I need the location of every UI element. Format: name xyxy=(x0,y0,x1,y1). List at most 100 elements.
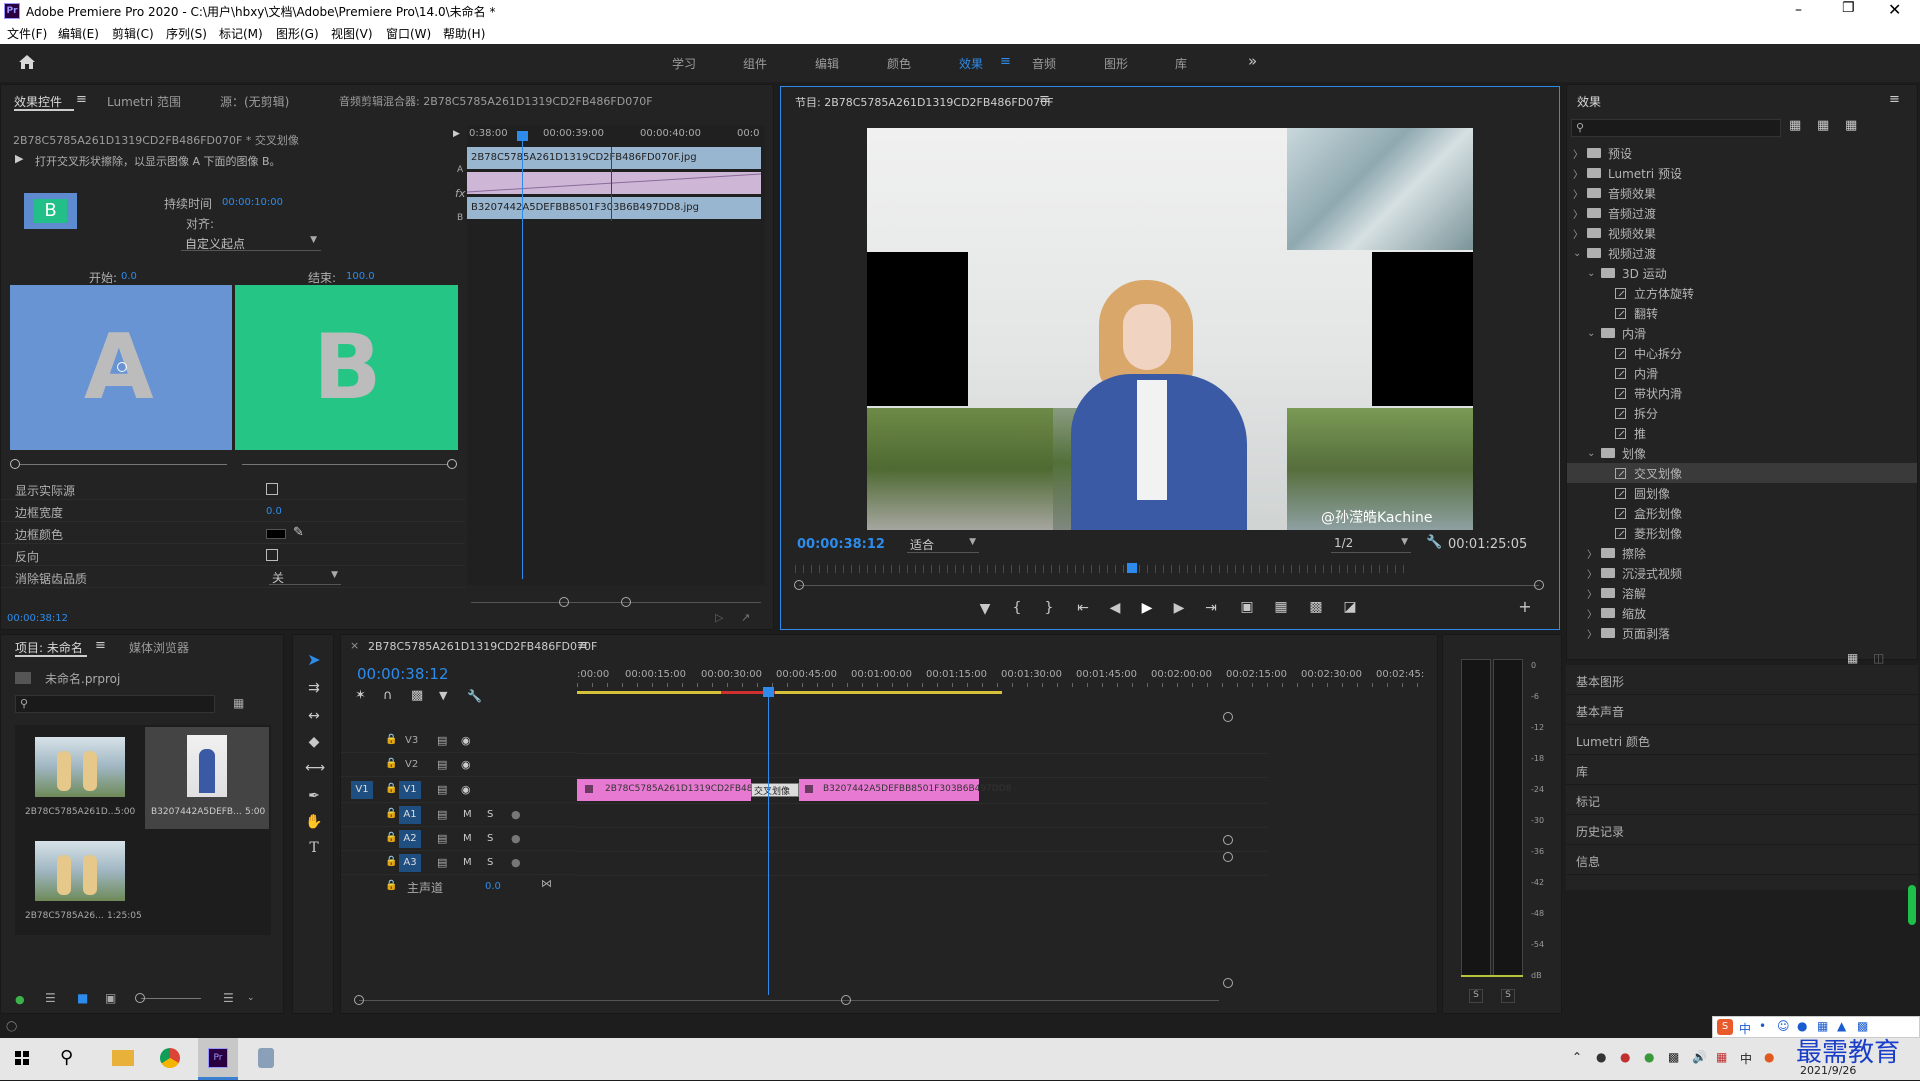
border-width-value[interactable]: 0.0 xyxy=(266,506,282,517)
search-icon[interactable]: ⚲ xyxy=(60,1047,73,1068)
resolution-dropdown[interactable]: 1/2 ▼ xyxy=(1331,535,1411,553)
meter-solo-button[interactable]: S xyxy=(1501,989,1515,1003)
tree-item[interactable]: 立方体旋转 xyxy=(1567,283,1917,303)
delete-icon[interactable]: ◫ xyxy=(1873,651,1884,665)
effects-search-input[interactable]: ⚲ xyxy=(1571,119,1781,137)
tree-item[interactable]: ⌄ 内滑 xyxy=(1567,323,1917,343)
menu-help[interactable]: 帮助(H) xyxy=(443,25,485,42)
tab-effect-controls[interactable]: 效果控件 xyxy=(14,93,62,110)
chrome-icon[interactable] xyxy=(150,1038,190,1078)
scroll-handle[interactable] xyxy=(841,995,851,1005)
mute-button[interactable]: M xyxy=(463,809,472,820)
menu-marker[interactable]: 标记(M) xyxy=(219,25,263,42)
new-bin-from-search-icon[interactable]: ▦ xyxy=(233,696,244,710)
sync-lock-icon[interactable]: ▤ xyxy=(437,734,447,747)
green-scroll-indicator[interactable] xyxy=(1908,885,1916,925)
duration-value[interactable]: 00:00:10:00 xyxy=(222,197,283,208)
comparison-view-icon[interactable]: ◪ xyxy=(1341,600,1359,614)
vertical-scroll-handle[interactable] xyxy=(1223,852,1233,862)
transition-cross-iris[interactable]: 交叉划像 xyxy=(751,783,799,797)
effects-panel-menu-icon[interactable]: ≡ xyxy=(1889,92,1900,107)
reverse-checkbox[interactable] xyxy=(266,549,278,561)
timeline-playhead[interactable] xyxy=(763,687,774,697)
track-select-tool-icon[interactable]: ⇉ xyxy=(305,681,323,695)
menu-clip[interactable]: 剪辑(C) xyxy=(112,25,154,42)
go-to-out-icon[interactable]: ⇥ xyxy=(1201,601,1221,615)
lock-icon[interactable]: 🔒 xyxy=(385,783,397,794)
track-label[interactable]: A2 xyxy=(399,830,421,848)
premiere-taskbar-icon[interactable]: Pr xyxy=(198,1038,238,1078)
project-search-input[interactable]: ⚲ xyxy=(15,695,215,713)
project-menu-icon[interactable]: ≡ xyxy=(95,638,106,653)
workspace-tab-effects[interactable]: 效果 xyxy=(959,55,983,72)
lock-icon[interactable]: 🔒 xyxy=(385,856,397,867)
tree-item[interactable]: 带状内滑 xyxy=(1567,383,1917,403)
mini-zoom-scrollbar[interactable] xyxy=(471,602,761,603)
vertical-scroll-handle[interactable] xyxy=(1223,712,1233,722)
sogou-logo-icon[interactable]: S xyxy=(1717,1019,1733,1035)
section-essential-graphics[interactable]: 基本图形 xyxy=(1566,665,1918,695)
workspace-tab-audio[interactable]: 音频 xyxy=(1032,55,1056,72)
program-scrub-ruler[interactable] xyxy=(795,565,1405,573)
restore-button[interactable]: ❐ xyxy=(1842,0,1856,18)
track-label[interactable]: V3 xyxy=(405,735,418,746)
app-taskbar-icon[interactable] xyxy=(246,1038,286,1078)
export-frame-camera-icon[interactable]: ▩ xyxy=(1307,600,1325,614)
microphone-icon[interactable]: ● xyxy=(511,832,521,845)
v1-clip-1[interactable]: 2B78C5785A261D1319CD2FB486F xyxy=(577,779,763,801)
border-color-swatch[interactable] xyxy=(266,529,286,539)
track-label[interactable]: A1 xyxy=(399,806,421,824)
tree-item[interactable]: 中心拆分 xyxy=(1567,343,1917,363)
tab-source[interactable]: 源：(无剪辑) xyxy=(220,93,289,110)
mute-button[interactable]: M xyxy=(463,833,472,844)
tree-item[interactable]: 〉 溶解 xyxy=(1567,583,1917,603)
lock-icon[interactable]: 🔒 xyxy=(385,734,397,745)
sync-lock-icon[interactable]: ▤ xyxy=(437,832,447,845)
tree-item[interactable]: 圆划像 xyxy=(1567,483,1917,503)
go-to-in-icon[interactable]: ⇤ xyxy=(1073,601,1093,615)
tree-item[interactable]: 〉 音频效果 xyxy=(1567,183,1917,203)
extract-icon[interactable]: ▦ xyxy=(1271,600,1291,614)
ime-chinese-mode[interactable]: 中 xyxy=(1739,1020,1751,1037)
ime-skin-icon[interactable]: ▲ xyxy=(1837,1019,1846,1033)
tree-item[interactable]: 〉 音频过渡 xyxy=(1567,203,1917,223)
eyedropper-icon[interactable]: ✎ xyxy=(293,525,304,540)
ripple-edit-tool-icon[interactable]: ↔ xyxy=(305,709,323,723)
workspace-tab-learn[interactable]: 学习 xyxy=(672,55,696,72)
timeline-ruler[interactable]: :00:00 00:00:15:00 00:00:30:00 00:00:45:… xyxy=(577,657,1424,687)
sort-icon[interactable]: ☰ xyxy=(223,991,234,1005)
step-back-icon[interactable]: ◀ xyxy=(1107,601,1123,615)
end-slider-thumb[interactable] xyxy=(447,459,457,469)
transition-clip[interactable] xyxy=(467,172,761,194)
play-icon[interactable]: ▶ xyxy=(1139,601,1155,615)
scroll-handle[interactable] xyxy=(621,597,631,607)
tree-item[interactable]: 〉 沉浸式视频 xyxy=(1567,563,1917,583)
meter-solo-button[interactable]: S xyxy=(1469,989,1483,1003)
razor-tool-icon[interactable]: ◆ xyxy=(305,735,323,749)
step-forward-icon[interactable]: ▶ xyxy=(1171,601,1187,615)
file-explorer-icon[interactable] xyxy=(102,1038,142,1078)
track-label[interactable]: A3 xyxy=(399,854,421,872)
ime-indicator[interactable]: 中 xyxy=(1740,1050,1752,1067)
timeline-zoom-scrollbar[interactable] xyxy=(359,1000,1219,1001)
mark-out-icon[interactable]: } xyxy=(1041,601,1057,615)
menu-graphics[interactable]: 图形(G) xyxy=(276,25,319,42)
master-volume-value[interactable]: 0.0 xyxy=(485,881,501,892)
source-patch-v1[interactable]: V1 xyxy=(351,781,373,799)
project-item[interactable]: 2B78C5785A261D... 5:00 xyxy=(17,727,139,829)
go-to-end-icon[interactable]: ⋈ xyxy=(541,877,552,890)
settings-wrench-icon[interactable]: 🔧 xyxy=(1426,535,1442,550)
windows-start-icon[interactable] xyxy=(2,1038,42,1078)
hand-tool-icon[interactable]: ✋ xyxy=(305,815,323,829)
new-custom-bin-icon[interactable]: ▦ xyxy=(1847,651,1858,665)
tree-item[interactable]: ⌄ 视频过渡 xyxy=(1567,243,1917,263)
align-dropdown[interactable]: 自定义起点 ▼ xyxy=(181,233,321,251)
icon-view-icon[interactable]: ■ xyxy=(77,991,88,1005)
mini-playhead[interactable] xyxy=(517,131,528,141)
menu-view[interactable]: 视图(V) xyxy=(331,25,373,42)
home-icon[interactable] xyxy=(18,54,36,70)
scroll-handle[interactable] xyxy=(1534,580,1544,590)
export-icon[interactable]: ↗ xyxy=(741,611,750,624)
tree-item[interactable]: 内滑 xyxy=(1567,363,1917,383)
workspace-tab-libraries[interactable]: 库 xyxy=(1175,55,1187,72)
